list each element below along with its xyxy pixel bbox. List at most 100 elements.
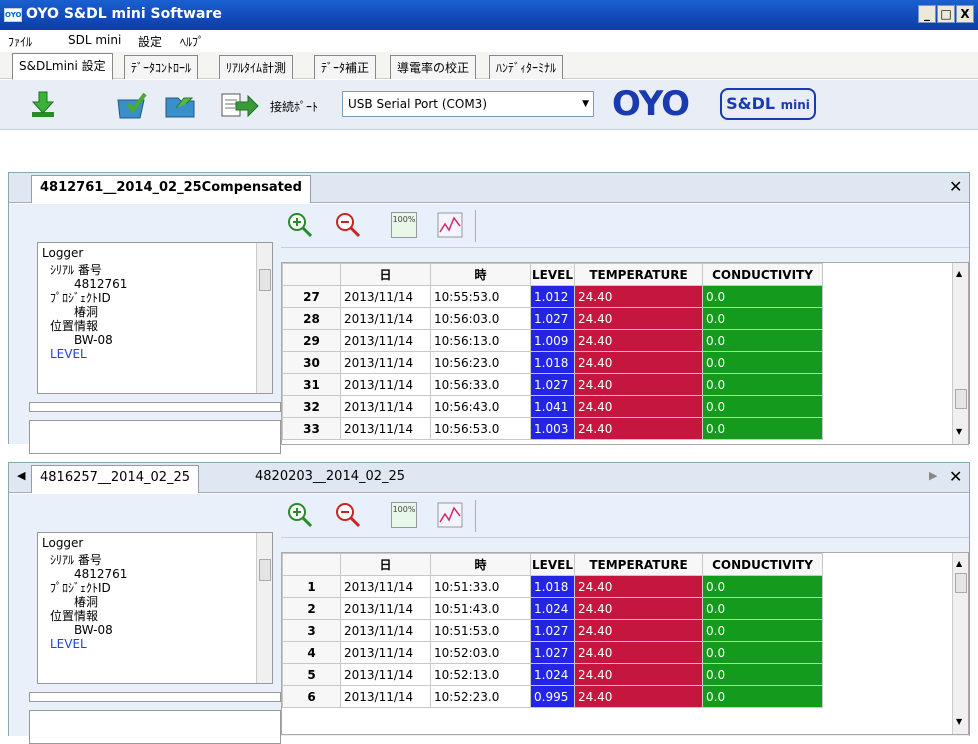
- column-header[interactable]: LEVEL: [530, 263, 575, 286]
- table-cell[interactable]: 10:51:33.0: [430, 575, 531, 598]
- table-cell[interactable]: 2013/11/14: [340, 329, 431, 352]
- scroll-up-icon[interactable]: ▲: [956, 559, 962, 568]
- tree-level[interactable]: LEVEL: [38, 637, 272, 651]
- table-cell[interactable]: 24.40: [574, 597, 703, 620]
- tree-project[interactable]: 椿洞: [38, 595, 272, 609]
- table-cell[interactable]: 1.027: [530, 619, 575, 642]
- tab-sdl-settings[interactable]: S&DLmini 設定: [12, 53, 113, 80]
- column-header[interactable]: [282, 263, 341, 286]
- table-cell[interactable]: 10:56:53.0: [430, 417, 531, 440]
- tab-scroll-left-icon[interactable]: ◀: [17, 469, 25, 482]
- tree-location-label[interactable]: 位置情報: [38, 319, 272, 333]
- table-cell[interactable]: 0.0: [702, 373, 823, 396]
- export-icon[interactable]: [220, 90, 259, 120]
- table-cell[interactable]: 10:52:23.0: [430, 685, 531, 708]
- table-cell[interactable]: 10:56:33.0: [430, 373, 531, 396]
- table-row[interactable]: 32 2013/11/14 10:56:43.0 1.041 24.40 0.0: [282, 395, 823, 418]
- table-cell[interactable]: 0.0: [702, 663, 823, 686]
- table-cell[interactable]: 4: [282, 641, 341, 664]
- scroll-thumb[interactable]: [259, 269, 271, 291]
- table-cell[interactable]: 5: [282, 663, 341, 686]
- table-cell[interactable]: 1.024: [530, 597, 575, 620]
- table-cell[interactable]: 10:56:13.0: [430, 329, 531, 352]
- panel2-tab-2[interactable]: 4820203__2014_02_25: [247, 465, 413, 493]
- table-cell[interactable]: 10:56:23.0: [430, 351, 531, 374]
- table-row[interactable]: 33 2013/11/14 10:56:53.0 1.003 24.40 0.0: [282, 417, 823, 440]
- table-cell[interactable]: 24.40: [574, 329, 703, 352]
- column-header[interactable]: 時: [430, 553, 531, 576]
- table-row[interactable]: 5 2013/11/14 10:52:13.0 1.024 24.40 0.0: [282, 663, 823, 686]
- table-row[interactable]: 28 2013/11/14 10:56:03.0 1.027 24.40 0.0: [282, 307, 823, 330]
- table-cell[interactable]: 2013/11/14: [340, 663, 431, 686]
- data-grid-1[interactable]: 日時 LEVEL TEMPERATURE CONDUCTIVITY 27 2013/11…: [281, 262, 969, 445]
- table-cell[interactable]: 10:55:53.0: [430, 285, 531, 308]
- table-cell[interactable]: 2013/11/14: [340, 641, 431, 664]
- close-button[interactable]: X: [956, 5, 974, 23]
- table-cell[interactable]: 24.40: [574, 641, 703, 664]
- table-cell[interactable]: 1.041: [530, 395, 575, 418]
- column-header[interactable]: [282, 553, 341, 576]
- column-header[interactable]: TEMPERATURE: [574, 263, 703, 286]
- tree-project[interactable]: 椿洞: [38, 305, 272, 319]
- table-cell[interactable]: 0.0: [702, 329, 823, 352]
- table-cell[interactable]: 24.40: [574, 307, 703, 330]
- tree-serial-label[interactable]: ｼﾘｱﾙ 番号: [38, 263, 272, 277]
- column-header[interactable]: 時: [430, 263, 531, 286]
- table-cell[interactable]: 0.0: [702, 285, 823, 308]
- table-cell[interactable]: 1.003: [530, 417, 575, 440]
- scroll-thumb[interactable]: [955, 573, 967, 593]
- column-header[interactable]: CONDUCTIVITY: [702, 553, 823, 576]
- table-row[interactable]: 1 2013/11/14 10:51:33.0 1.018 24.40 0.0: [282, 575, 823, 598]
- grid2-scrollbar[interactable]: ▲ ▼: [952, 553, 968, 734]
- table-cell[interactable]: 1.027: [530, 641, 575, 664]
- tab-handy-terminal[interactable]: ﾊﾝﾃﾞｨﾀｰﾐﾅﾙ: [489, 55, 564, 79]
- column-header[interactable]: 日: [340, 553, 431, 576]
- tree-serial-label[interactable]: ｼﾘｱﾙ 番号: [38, 553, 272, 567]
- table-cell[interactable]: 27: [282, 285, 341, 308]
- tree-location[interactable]: BW-08: [38, 623, 272, 637]
- zoom-out-icon[interactable]: [335, 502, 361, 528]
- table-cell[interactable]: 0.0: [702, 395, 823, 418]
- table-row[interactable]: 27 2013/11/14 10:55:53.0 1.012 24.40 0.0: [282, 285, 823, 308]
- column-header[interactable]: TEMPERATURE: [574, 553, 703, 576]
- scroll-up-icon[interactable]: ▲: [956, 269, 962, 278]
- table-cell[interactable]: 1.018: [530, 575, 575, 598]
- table-cell[interactable]: 24.40: [574, 395, 703, 418]
- table-row[interactable]: 29 2013/11/14 10:56:13.0 1.009 24.40 0.0: [282, 329, 823, 352]
- table-row[interactable]: 31 2013/11/14 10:56:33.0 1.027 24.40 0.0: [282, 373, 823, 396]
- table-cell[interactable]: 0.0: [702, 685, 823, 708]
- tree-project-label[interactable]: ﾌﾟﾛｼﾞｪｸﾄID: [38, 291, 272, 305]
- table-row[interactable]: 2 2013/11/14 10:51:43.0 1.024 24.40 0.0: [282, 597, 823, 620]
- logger-tree[interactable]: Logger ｼﾘｱﾙ 番号 4812761 ﾌﾟﾛｼﾞｪｸﾄID 椿洞 位置情…: [37, 532, 273, 684]
- zoom-in-icon[interactable]: [287, 212, 313, 238]
- table-cell[interactable]: 0.0: [702, 417, 823, 440]
- table-cell[interactable]: 2013/11/14: [340, 417, 431, 440]
- table-cell[interactable]: 0.0: [702, 619, 823, 642]
- column-header[interactable]: LEVEL: [530, 553, 575, 576]
- table-row[interactable]: 30 2013/11/14 10:56:23.0 1.018 24.40 0.0: [282, 351, 823, 374]
- table-cell[interactable]: 1.009: [530, 329, 575, 352]
- table-cell[interactable]: 2013/11/14: [340, 685, 431, 708]
- table-cell[interactable]: 28: [282, 307, 341, 330]
- tree-scrollbar[interactable]: [256, 243, 272, 393]
- table-row[interactable]: 6 2013/11/14 10:52:23.0 0.995 24.40 0.0: [282, 685, 823, 708]
- tree-location[interactable]: BW-08: [38, 333, 272, 347]
- tree-project-label[interactable]: ﾌﾟﾛｼﾞｪｸﾄID: [38, 581, 272, 595]
- tree-root[interactable]: Logger: [38, 533, 272, 553]
- table-cell[interactable]: 1.012: [530, 285, 575, 308]
- chevron-down-icon[interactable]: ▼: [582, 92, 589, 116]
- tree-level[interactable]: LEVEL: [38, 347, 272, 361]
- table-cell[interactable]: 33: [282, 417, 341, 440]
- download-icon[interactable]: [28, 90, 60, 120]
- table-cell[interactable]: 24.40: [574, 351, 703, 374]
- table-cell[interactable]: 2: [282, 597, 341, 620]
- column-header[interactable]: 日: [340, 263, 431, 286]
- table-cell[interactable]: 2013/11/14: [340, 395, 431, 418]
- table-cell[interactable]: 1.018: [530, 351, 575, 374]
- scroll-thumb[interactable]: [955, 389, 967, 409]
- table-cell[interactable]: 24.40: [574, 685, 703, 708]
- scroll-down-icon[interactable]: ▼: [956, 427, 962, 436]
- menu-sdl-mini[interactable]: SDL mini: [68, 33, 121, 47]
- table-cell[interactable]: 2013/11/14: [340, 351, 431, 374]
- zoom-out-icon[interactable]: [335, 212, 361, 238]
